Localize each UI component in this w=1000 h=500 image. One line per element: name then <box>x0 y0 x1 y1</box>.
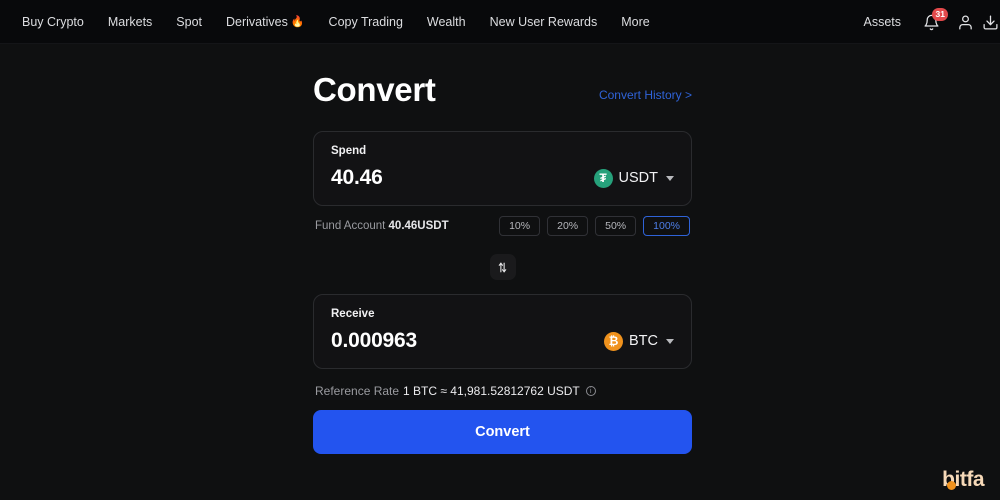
nav-label: Buy Crypto <box>22 14 84 29</box>
spend-coin-selector[interactable]: ₮ USDT <box>593 168 674 188</box>
nav-menu: Buy Crypto Markets Spot Derivatives 🔥 Co… <box>0 15 662 29</box>
spend-coin-label: USDT <box>618 170 658 186</box>
receive-coin-selector[interactable]: ₿ BTC <box>604 331 674 351</box>
nav-item-buy-crypto[interactable]: Buy Crypto <box>10 15 96 29</box>
fund-account-text: Fund Account 40.46USDT <box>315 220 449 232</box>
download-icon <box>983 14 998 30</box>
nav-label: Spot <box>176 14 203 29</box>
fund-account-balance: 40.46USDT <box>388 220 449 232</box>
chevron-down-icon <box>666 338 674 344</box>
swap-row <box>313 254 692 280</box>
info-icon[interactable]: i <box>585 386 596 396</box>
nav-item-markets[interactable]: Markets <box>96 15 164 29</box>
notification-badge: 31 <box>932 8 949 21</box>
receive-row: 0.000963 ₿ BTC <box>331 329 674 353</box>
usdt-icon: ₮ <box>593 168 613 188</box>
watermark-dot-icon <box>947 480 957 490</box>
percentage-buttons: 10% 20% 50% 100% <box>499 216 690 236</box>
swap-vertical-icon <box>498 262 507 272</box>
spend-row: 40.46 ₮ USDT <box>331 166 674 190</box>
page-body: Convert Convert History > Spend 40.46 ₮ … <box>0 44 1000 500</box>
nav-item-spot[interactable]: Spot <box>164 15 214 29</box>
reference-rate-row: Reference Rate 1 BTC ≈ 41,981.52812762 U… <box>313 384 692 398</box>
page-header: Convert Convert History > <box>313 73 692 106</box>
flame-icon: 🔥 <box>290 16 305 28</box>
nav-label: New User Rewards <box>489 14 598 29</box>
bitfa-watermark: bitfa <box>942 468 984 492</box>
receive-label: Receive <box>331 308 375 320</box>
nav-label: More <box>621 14 650 29</box>
percent-button-20[interactable]: 20% <box>547 216 589 236</box>
receive-amount-input[interactable]: 0.000963 <box>331 329 417 353</box>
receive-card: Receive 0.000963 ₿ BTC <box>313 294 692 369</box>
convert-history-link[interactable]: Convert History > <box>599 88 692 102</box>
nav-item-derivatives[interactable]: Derivatives 🔥 <box>214 15 317 29</box>
nav-label: Derivatives <box>226 14 288 29</box>
nav-label: Wealth <box>426 14 466 29</box>
nav-item-more[interactable]: More <box>609 15 661 29</box>
fund-account-row: Fund Account 40.46USDT 10% 20% 50% 100% <box>313 216 692 236</box>
spend-label: Spend <box>331 145 367 157</box>
convert-panel: Convert Convert History > Spend 40.46 ₮ … <box>313 44 692 454</box>
nav-actions: Assets 31 <box>850 0 1000 44</box>
user-icon <box>958 14 972 30</box>
nav-item-copy-trading[interactable]: Copy Trading <box>317 15 415 29</box>
top-navbar: Buy Crypto Markets Spot Derivatives 🔥 Co… <box>0 0 1000 44</box>
nav-label: Copy Trading <box>328 14 403 29</box>
spend-card: Spend 40.46 ₮ USDT <box>313 131 692 206</box>
percent-button-10[interactable]: 10% <box>499 216 541 236</box>
download-app-button[interactable] <box>982 0 1000 44</box>
assets-link[interactable]: Assets <box>850 15 914 29</box>
reference-rate-value: 1 BTC ≈ 41,981.52812762 USDT <box>403 384 580 398</box>
chevron-down-icon <box>666 175 674 181</box>
fund-account-prefix: Fund Account <box>315 220 389 232</box>
reference-rate-label: Reference Rate <box>315 384 400 398</box>
convert-button[interactable]: Convert <box>313 410 692 454</box>
btc-icon: ₿ <box>604 331 623 351</box>
nav-label: Markets <box>107 14 153 29</box>
spend-amount-input[interactable]: 40.46 <box>331 166 383 190</box>
percent-button-100[interactable]: 100% <box>643 216 690 236</box>
notifications-button[interactable]: 31 <box>914 0 949 44</box>
page-title: Convert <box>313 71 436 108</box>
receive-coin-label: BTC <box>629 333 658 349</box>
percent-button-50[interactable]: 50% <box>595 216 637 236</box>
user-account-button[interactable] <box>948 0 982 44</box>
nav-item-wealth[interactable]: Wealth <box>415 15 478 29</box>
swap-direction-button[interactable] <box>489 254 516 280</box>
nav-item-new-user-rewards[interactable]: New User Rewards <box>478 15 610 29</box>
